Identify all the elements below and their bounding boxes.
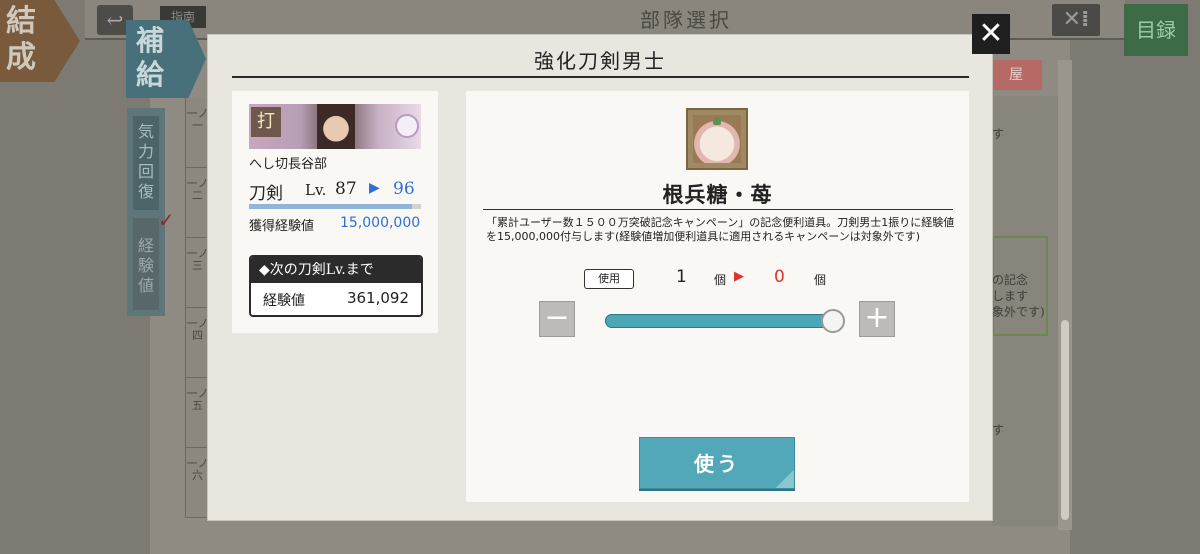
- background-scroll-thumb: [1061, 320, 1069, 520]
- close-icon[interactable]: ✕: [972, 14, 1010, 54]
- background-header-title: 部隊選択: [640, 8, 732, 32]
- konpeito-item-icon: [686, 108, 748, 170]
- remaining-count: 0: [774, 267, 785, 287]
- slider-knob[interactable]: [821, 309, 845, 333]
- sword-type: 刀剣: [249, 184, 283, 204]
- next-level-box: ◆次の刀剣Lv.まで 経験値 361,092: [249, 255, 423, 317]
- exp-progress-bar: [249, 204, 421, 209]
- background-header: 部隊選択: [85, 0, 1125, 40]
- use-count: 1: [676, 267, 687, 287]
- unit-list-row: 一ノ四: [186, 308, 209, 378]
- plus-button[interactable]: +: [859, 301, 895, 337]
- background-right-text: の記念: [992, 273, 1029, 287]
- unit-list: 一ノ一 一ノ二 一ノ三 一ノ四 一ノ五 一ノ六: [185, 98, 209, 518]
- tab-kessei-label: 結成: [6, 4, 36, 75]
- check-icon: ✓: [158, 208, 175, 232]
- title-divider: [232, 76, 969, 78]
- unit-list-row: 一ノ二: [186, 168, 209, 238]
- gain-row: 獲得経験値 15,000,000: [249, 215, 429, 234]
- sakura-icon: [395, 114, 419, 138]
- gain-value: 15,000,000: [340, 215, 421, 231]
- item-divider: [483, 209, 953, 210]
- quantity-slider[interactable]: [605, 309, 845, 333]
- character-face: [317, 104, 355, 149]
- use-unit: 個: [714, 273, 727, 287]
- unit-list-row: 一ノ六: [186, 448, 209, 518]
- level-next: 96: [393, 179, 415, 199]
- side-tab-kiryoku: 気力回復: [133, 116, 159, 210]
- unit-list-row: 一ノ一: [186, 98, 209, 168]
- level-row: 刀剣 Lv. 87 ▶ 96: [249, 179, 424, 204]
- level-current: 87: [335, 179, 357, 199]
- character-name: へし切長谷部: [249, 157, 328, 172]
- minus-button[interactable]: −: [539, 301, 575, 337]
- slider-fill: [605, 314, 835, 328]
- mokuroku-button: 目録: [1124, 4, 1188, 56]
- remaining-unit: 個: [814, 273, 827, 287]
- use-button[interactable]: 使う: [639, 437, 795, 489]
- background-right-text: す: [992, 127, 1005, 141]
- exp-progress-fill: [249, 204, 413, 209]
- background-scrollbar: [1058, 60, 1072, 530]
- unit-list-row: 一ノ五: [186, 378, 209, 448]
- gain-label: 獲得経験値: [249, 219, 315, 234]
- level-label: Lv.: [305, 181, 327, 199]
- enhance-dialog: 強化刀剣男士 打 へし切長谷部 刀剣 Lv. 87 ▶ 96 獲得経験値 15,…: [208, 35, 992, 520]
- item-panel: 根兵糖・苺 「累計ユーザー数１５００万突破記念キャンペーン」の記念便利道具。刀剣…: [466, 91, 969, 502]
- next-exp-value: 361,092: [346, 289, 409, 307]
- item-name: 根兵糖・苺: [662, 182, 773, 207]
- remaining-arrow-icon: ▶: [734, 269, 744, 284]
- item-description: 「累計ユーザー数１５００万突破記念キャンペーン」の記念便利道具。刀剣男士1振りに…: [486, 216, 955, 243]
- character-portrait: 打: [249, 104, 421, 149]
- next-level-body: 経験値 361,092: [251, 283, 421, 315]
- background-right-panel: す の記念 します 象外です) す: [992, 96, 1058, 526]
- next-exp-label: 経験値: [263, 293, 305, 309]
- background-right-text: 象外です): [992, 305, 1045, 319]
- sword-type-badge: 打: [251, 107, 281, 137]
- unit-list-row: 一ノ三: [186, 238, 209, 308]
- background-right-text: します: [992, 289, 1029, 303]
- level-arrow-icon: ▶: [369, 180, 380, 196]
- jar-icon: [693, 115, 741, 163]
- use-count-row: 使用 1 個 ▶ 0 個: [584, 267, 844, 289]
- next-level-header: ◆次の刀剣Lv.まで: [251, 257, 421, 283]
- side-tab-keiken: 経験値: [133, 218, 159, 310]
- tab-hokyu-label: 補給: [136, 24, 165, 91]
- dialog-title: 強化刀剣男士: [534, 49, 666, 73]
- background-right-text: す: [992, 423, 1005, 437]
- character-card: 打 へし切長谷部 刀剣 Lv. 87 ▶ 96 獲得経験値 15,000,000…: [232, 91, 438, 333]
- use-tag: 使用: [584, 269, 634, 289]
- background-x-icon: ✕⁞: [1052, 4, 1100, 36]
- background-ya-tab: 屋: [990, 60, 1042, 90]
